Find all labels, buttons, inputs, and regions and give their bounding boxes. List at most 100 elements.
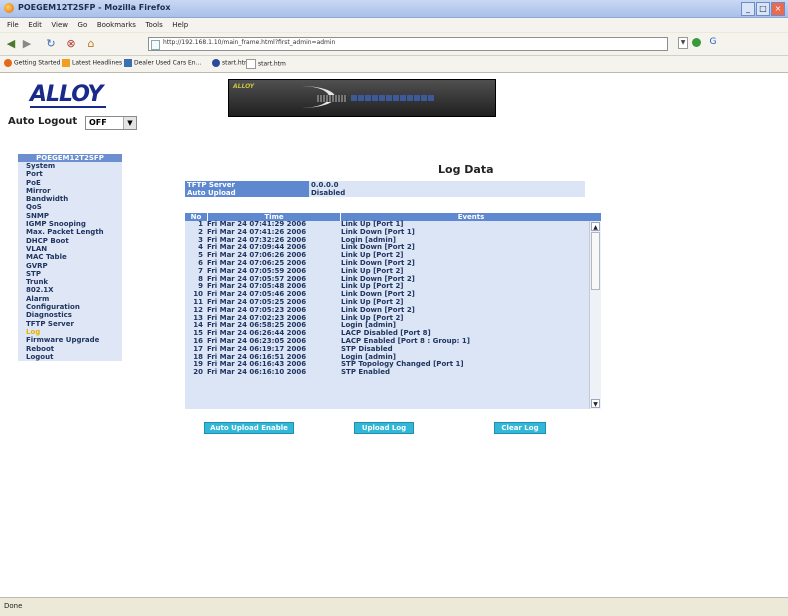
folder-icon bbox=[124, 59, 132, 67]
info-value: Disabled bbox=[309, 189, 585, 197]
menu-go[interactable]: Go bbox=[78, 18, 88, 32]
menu-bar: File Edit View Go Bookmarks Tools Help bbox=[0, 18, 788, 32]
clear-log-button[interactable]: Clear Log bbox=[494, 422, 546, 434]
sidebar-item-stp[interactable]: STP bbox=[18, 270, 122, 278]
info-value: 0.0.0.0 bbox=[309, 181, 585, 189]
column-header-no: No bbox=[190, 213, 202, 221]
bookmark-dealer-used-cars[interactable]: Dealer Used Cars En... bbox=[124, 59, 201, 67]
sidebar-item-reboot[interactable]: Reboot bbox=[18, 345, 122, 353]
back-arrow-icon[interactable]: ◀ bbox=[4, 37, 18, 50]
reload-icon[interactable]: ↻ bbox=[44, 37, 58, 50]
bookmarks-toolbar: Getting Started Latest Headlines Dealer … bbox=[0, 56, 788, 73]
banner-vents bbox=[317, 95, 347, 102]
log-scrollbar[interactable]: ▲ ▼ bbox=[589, 221, 601, 409]
window-title: POEGEM12T2SFP - Mozilla Firefox bbox=[18, 3, 171, 12]
sidebar-item-8021x[interactable]: 802.1X bbox=[18, 286, 122, 294]
address-bar[interactable]: http://192.168.1.10/main_frame.html?firs… bbox=[148, 37, 668, 51]
alloy-logo: ALLOY bbox=[30, 82, 103, 107]
page-content: ALLOY Auto Logout OFF ▼ ALLOY POEGEM12T2… bbox=[0, 73, 788, 597]
sidebar-item-vlan[interactable]: VLAN bbox=[18, 245, 122, 253]
switch-ports bbox=[351, 95, 434, 101]
rss-icon bbox=[62, 59, 70, 67]
sidebar-item-mirror[interactable]: Mirror bbox=[18, 187, 122, 195]
bookmark-latest-headlines[interactable]: Latest Headlines bbox=[62, 59, 122, 67]
sidebar-item-system[interactable]: System bbox=[18, 162, 122, 170]
sidebar-item-mac-table[interactable]: MAC Table bbox=[18, 253, 122, 261]
sidebar-item-dhcp-boot[interactable]: DHCP Boot bbox=[18, 237, 122, 245]
bookmark-start-htm-1[interactable]: start.htm bbox=[212, 59, 250, 67]
info-label: Auto Upload bbox=[185, 189, 309, 197]
scroll-thumb[interactable] bbox=[591, 232, 600, 290]
address-url: http://192.168.1.10/main_frame.html?firs… bbox=[163, 39, 336, 46]
status-bar: Done bbox=[0, 597, 788, 616]
menu-tools[interactable]: Tools bbox=[145, 18, 162, 32]
log-row-no: 8 bbox=[198, 274, 203, 283]
sidebar-item-max-packet-length[interactable]: Max. Packet Length bbox=[18, 228, 122, 236]
info-row-auto-upload: Auto Upload Disabled bbox=[185, 189, 585, 197]
close-button[interactable]: × bbox=[771, 2, 785, 16]
sidebar-item-gvrp[interactable]: GVRP bbox=[18, 262, 122, 270]
log-row-no: 1 bbox=[198, 220, 203, 228]
firefox-icon bbox=[4, 59, 12, 67]
scroll-down-arrow-icon[interactable]: ▼ bbox=[591, 399, 600, 408]
sidebar-item-poe[interactable]: PoE bbox=[18, 179, 122, 187]
sidebar-menu: POEGEM12T2SFP System Port PoE Mirror Ban… bbox=[18, 154, 122, 362]
log-row-no: 3 bbox=[198, 235, 203, 244]
banner-logo: ALLOY bbox=[233, 83, 255, 90]
menu-file[interactable]: File bbox=[7, 18, 19, 32]
log-rows: 1 Fri Mar 24 07:41:29 2006 Link Up [Port 1… bbox=[185, 220, 601, 377]
go-icon[interactable] bbox=[692, 37, 702, 47]
search-icon[interactable]: G bbox=[709, 37, 716, 47]
bookmark-getting-started[interactable]: Getting Started bbox=[4, 59, 60, 67]
sidebar-item-logout[interactable]: Logout bbox=[18, 353, 122, 361]
sidebar-item-igmp-snooping[interactable]: IGMP Snooping bbox=[18, 220, 122, 228]
upload-log-button[interactable]: Upload Log bbox=[354, 422, 414, 434]
status-text: Done bbox=[4, 602, 23, 610]
menu-view[interactable]: View bbox=[51, 18, 68, 32]
firefox-icon bbox=[4, 3, 14, 13]
bookmark-start-htm-2[interactable]: start.htm bbox=[246, 59, 286, 69]
chevron-down-icon[interactable]: ▼ bbox=[678, 37, 688, 49]
sidebar-item-diagnostics[interactable]: Diagnostics bbox=[18, 311, 122, 319]
auto-logout-label: Auto Logout bbox=[8, 116, 78, 127]
info-table: TFTP Server 0.0.0.0 Auto Upload Disabled bbox=[185, 181, 585, 197]
log-list[interactable]: 1 Fri Mar 24 07:41:29 2006 Link Up [Port 1… bbox=[185, 220, 601, 409]
log-row-no: 6 bbox=[198, 258, 203, 267]
scroll-up-arrow-icon[interactable]: ▲ bbox=[591, 222, 600, 231]
home-icon[interactable]: ⌂ bbox=[84, 37, 98, 50]
minimize-button[interactable]: _ bbox=[741, 2, 755, 16]
auto-logout-select[interactable]: OFF ▼ bbox=[85, 116, 137, 130]
page-title: Log Data bbox=[438, 163, 494, 176]
menu-bookmarks[interactable]: Bookmarks bbox=[97, 18, 136, 32]
auto-logout-value: OFF bbox=[89, 118, 107, 127]
sidebar-item-trunk[interactable]: Trunk bbox=[18, 278, 122, 286]
maximize-button[interactable]: □ bbox=[756, 2, 770, 16]
sidebar-item-port[interactable]: Port bbox=[18, 170, 122, 178]
globe-icon bbox=[212, 59, 220, 67]
sidebar-item-tftp-server[interactable]: TFTP Server bbox=[18, 320, 122, 328]
stop-icon[interactable]: ⊗ bbox=[64, 37, 78, 50]
sidebar-item-alarm[interactable]: Alarm bbox=[18, 295, 122, 303]
sidebar-item-bandwidth[interactable]: Bandwidth bbox=[18, 195, 122, 203]
sidebar-item-qos[interactable]: QoS bbox=[18, 203, 122, 211]
auto-upload-enable-button[interactable]: Auto Upload Enable bbox=[204, 422, 294, 434]
page-icon bbox=[246, 59, 256, 69]
log-row-no: 4 bbox=[198, 243, 203, 252]
log-row-no: 2 bbox=[198, 227, 203, 236]
forward-arrow-icon[interactable]: ▶ bbox=[20, 37, 34, 50]
chevron-down-icon[interactable]: ▼ bbox=[123, 117, 136, 129]
menu-help[interactable]: Help bbox=[172, 18, 188, 32]
window-controls: _ □ × bbox=[741, 2, 785, 16]
log-row-no: 20 bbox=[193, 368, 203, 377]
menu-edit[interactable]: Edit bbox=[28, 18, 42, 32]
go-controls: ▼ G bbox=[678, 37, 738, 49]
sidebar-item-firmware-upgrade[interactable]: Firmware Upgrade bbox=[18, 336, 122, 344]
sidebar-item-log[interactable]: Log bbox=[18, 328, 122, 336]
info-label: TFTP Server bbox=[185, 181, 309, 189]
sidebar-item-snmp[interactable]: SNMP bbox=[18, 212, 122, 220]
window-titlebar: POEGEM12T2SFP - Mozilla Firefox _ □ × bbox=[0, 0, 788, 18]
log-row-no: 5 bbox=[198, 251, 203, 260]
log-row-time: Fri Mar 24 06:16:10 2006 bbox=[207, 368, 307, 377]
log-row-no: 7 bbox=[198, 266, 203, 275]
sidebar-item-configuration[interactable]: Configuration bbox=[18, 303, 122, 311]
